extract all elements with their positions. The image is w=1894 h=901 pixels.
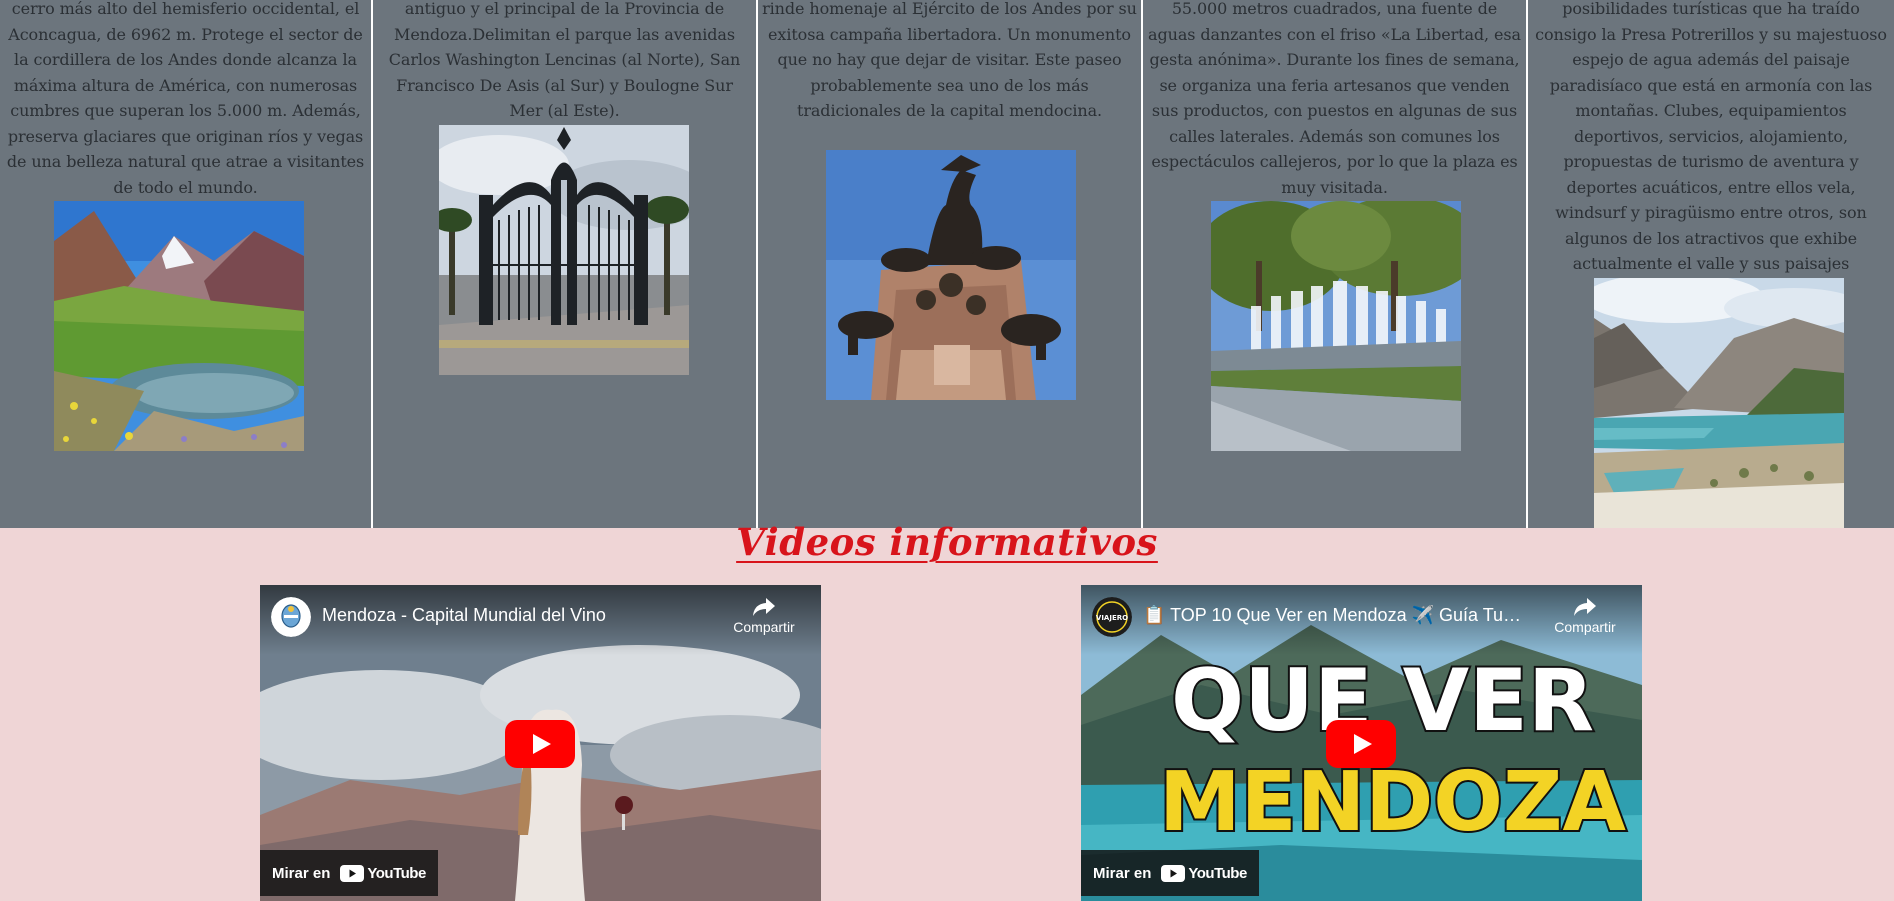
thumbnail-line2: MENDOZA — [1159, 755, 1626, 850]
plaza-fountain-image — [1211, 201, 1461, 451]
watch-on-youtube-button[interactable]: Mirar en YouTube — [260, 850, 438, 896]
share-button[interactable]: Compartir — [729, 597, 799, 635]
video-title[interactable]: Mendoza - Capital Mundial del Vino — [322, 605, 702, 626]
attraction-plaza-independencia: 55.000 metros cuadrados, una fuente de a… — [1141, 0, 1526, 528]
watch-label: Mirar en — [272, 864, 331, 882]
youtube-logo: YouTube — [1161, 864, 1247, 882]
channel-badge-text: VIAJERO — [1096, 614, 1128, 622]
attraction-aconcagua: cerro más alto del hemisferio occidental… — [0, 0, 371, 528]
video-player-top10-mendoza[interactable]: QUE VER MENDOZA VIAJERO 📋 TOP 10 Que Ver… — [1081, 585, 1642, 901]
attraction-description: cerro más alto del hemisferio occidental… — [6, 0, 365, 197]
park-gates-image — [439, 125, 689, 375]
attraction-description: 55.000 metros cuadrados, una fuente de a… — [1148, 0, 1521, 197]
attraction-cerro-gloria: rinde homenaje al Ejército de los Andes … — [756, 0, 1141, 528]
cerro-gloria-image — [826, 150, 1076, 400]
videos-section-title: Videos informativos — [736, 520, 1158, 564]
video-title[interactable]: 📋 TOP 10 Que Ver en Mendoza ✈️ Guía Turí… — [1143, 605, 1523, 626]
video-player-capital-vino[interactable]: Mendoza - Capital Mundial del Vino Compa… — [260, 585, 821, 901]
aconcagua-image — [54, 201, 304, 451]
share-button[interactable]: Compartir — [1550, 597, 1620, 635]
attraction-description: antiguo y el principal de la Provincia d… — [388, 0, 741, 120]
attractions-section: cerro más alto del hemisferio occidental… — [0, 0, 1894, 528]
share-label: Compartir — [733, 619, 795, 635]
youtube-wordmark: YouTube — [1188, 864, 1247, 882]
channel-avatar[interactable] — [271, 597, 311, 637]
watch-on-youtube-button[interactable]: Mirar en YouTube — [1081, 850, 1259, 896]
attraction-parque-san-martin: antiguo y el principal de la Provincia d… — [371, 0, 756, 528]
watch-label: Mirar en — [1093, 864, 1152, 882]
youtube-icon — [1161, 864, 1186, 882]
play-button-icon[interactable] — [1326, 720, 1396, 768]
share-arrow-icon — [753, 598, 775, 616]
play-button-icon[interactable] — [505, 720, 575, 768]
share-arrow-icon — [1574, 598, 1596, 616]
attraction-potrerillos: posibilidades turísticas que ha traído c… — [1526, 0, 1894, 528]
potrerillos-image — [1594, 278, 1844, 528]
youtube-logo: YouTube — [340, 864, 426, 882]
share-label: Compartir — [1554, 619, 1616, 635]
youtube-wordmark: YouTube — [367, 864, 426, 882]
attraction-description: posibilidades turísticas que ha traído c… — [1535, 0, 1887, 299]
youtube-icon — [340, 864, 365, 882]
attraction-description: rinde homenaje al Ejército de los Andes … — [762, 0, 1137, 120]
channel-avatar[interactable]: VIAJERO — [1092, 597, 1132, 637]
